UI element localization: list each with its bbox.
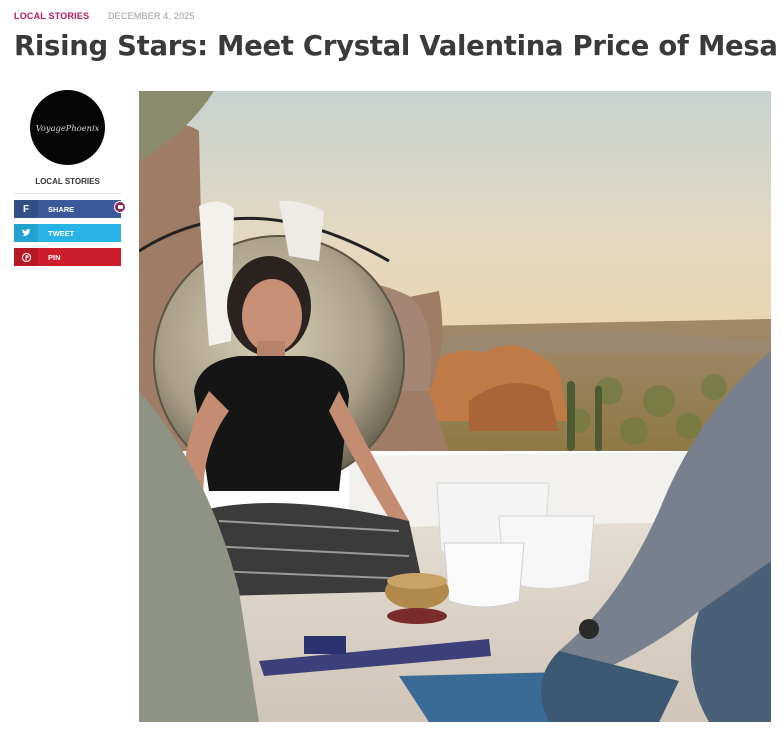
tweet-label: TWEET: [48, 228, 75, 238]
twitter-share-button[interactable]: TWEET: [14, 224, 121, 242]
author-sidebar: VoyagePhoenix LOCAL STORIES f SHARE TWEE…: [14, 90, 126, 266]
facebook-icon: f: [14, 200, 38, 218]
author-name[interactable]: LOCAL STORIES: [14, 177, 121, 186]
message-badge-icon[interactable]: [114, 201, 126, 213]
facebook-share-button[interactable]: f SHARE: [14, 200, 121, 218]
logo-text: VoyagePhoenix: [35, 122, 100, 133]
featured-image[interactable]: [139, 91, 771, 722]
twitter-icon: [14, 224, 38, 242]
divider: [14, 193, 126, 213]
page-title: Rising Stars: Meet Crystal Valentina Pri…: [14, 30, 778, 62]
author-avatar[interactable]: VoyagePhoenix: [30, 90, 105, 165]
pinterest-icon: [14, 248, 38, 266]
share-label: SHARE: [48, 204, 75, 214]
pinterest-share-button[interactable]: PIN: [14, 248, 121, 266]
post-date: DECEMBER 4, 2025: [107, 11, 195, 21]
post-meta: LOCAL STORIES DECEMBER 4, 2025: [14, 11, 195, 21]
category-link[interactable]: LOCAL STORIES: [14, 11, 89, 21]
pin-label: PIN: [48, 252, 61, 262]
